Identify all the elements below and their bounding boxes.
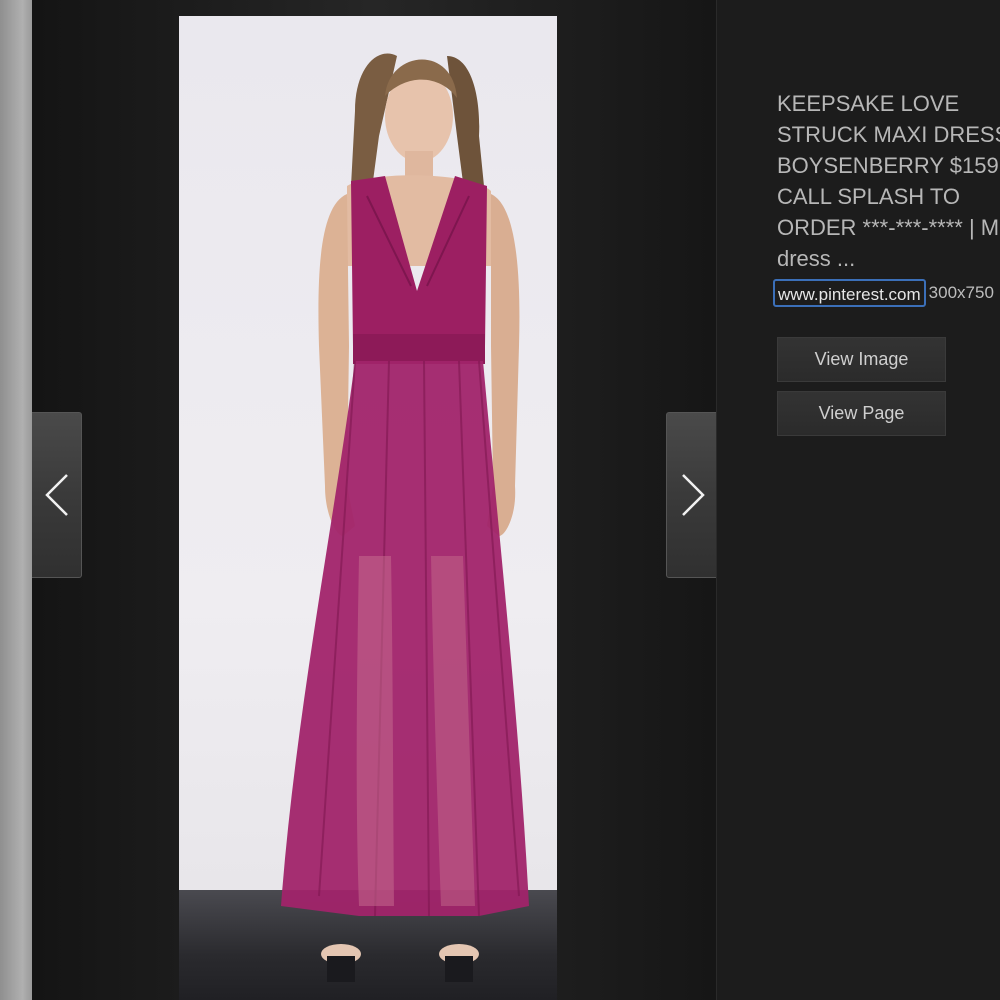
image-dimensions: 300x750 — [928, 283, 994, 302]
product-photo[interactable] — [179, 16, 557, 1000]
chevron-left-icon — [44, 474, 68, 516]
image-search-preview: KEEPSAKE LOVE STRUCK MAXI DRESS BOYSENBE… — [0, 0, 1000, 1000]
next-image-button[interactable] — [666, 412, 720, 578]
model-in-maxi-dress-illustration — [281, 53, 529, 982]
previous-image-button[interactable] — [32, 412, 82, 578]
view-page-button[interactable]: View Page — [777, 391, 946, 436]
view-image-button[interactable]: View Image — [777, 337, 946, 382]
source-domain-link[interactable]: www.pinterest.com — [773, 279, 926, 307]
chevron-right-icon — [682, 474, 705, 516]
result-title[interactable]: KEEPSAKE LOVE STRUCK MAXI DRESS BOYSENBE… — [777, 88, 1000, 274]
source-row: www.pinterest.com 300x750 — [773, 277, 994, 309]
background-results-strip — [0, 0, 32, 1000]
